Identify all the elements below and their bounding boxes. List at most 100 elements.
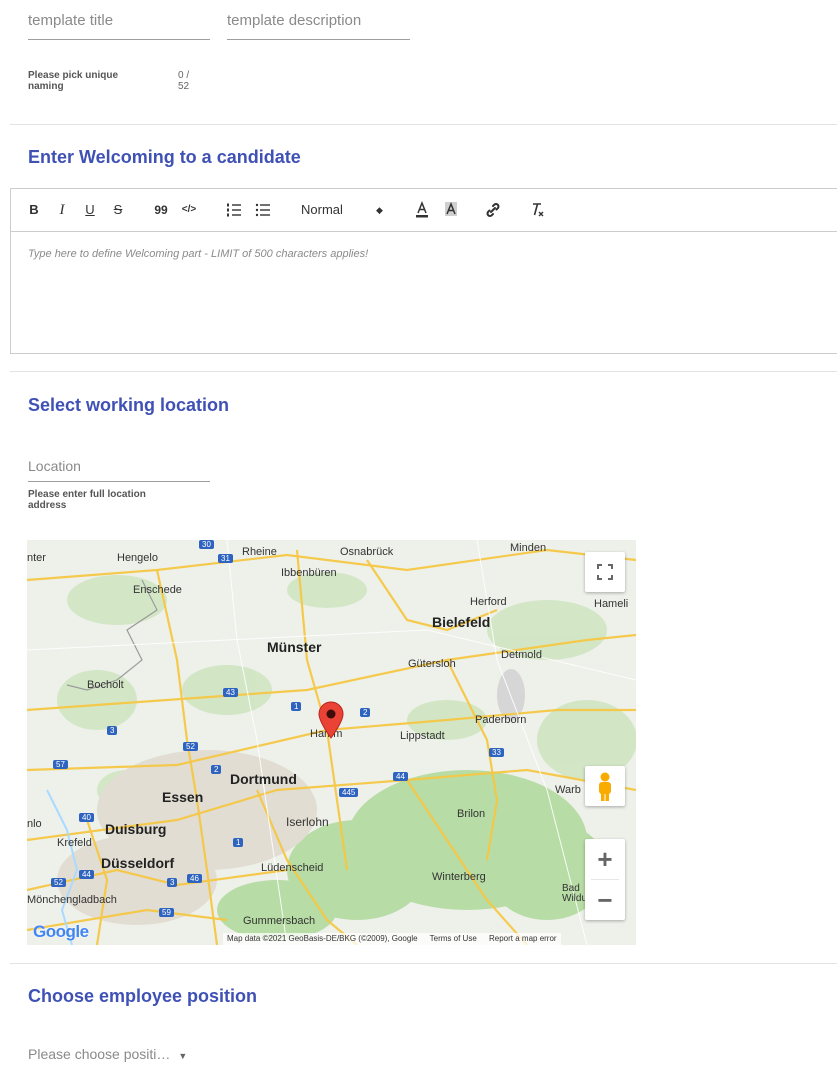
road-shield: 33 [489,748,504,757]
link-icon [486,203,500,217]
google-logo-text: Google [33,922,89,941]
map-place-label: Essen [162,789,204,805]
fullscreen-button[interactable] [585,552,625,592]
format-select[interactable]: Normal ◆ [301,201,391,219]
road-shield: 44 [79,870,94,879]
map-place-label: Bocholt [87,679,124,691]
background-color-button[interactable] [444,201,458,219]
format-select-value: Normal [301,202,343,217]
map-place-label: Hameli [594,598,629,610]
map-place-label: Münster [267,639,322,655]
editor-toolbar: B I U S 99 </> Normal ◆ [11,189,837,232]
location-placeholder: Location [28,458,81,474]
road-shield: 1 [233,838,244,847]
road-shield: 31 [218,554,233,563]
street-view-button[interactable] [585,766,625,806]
section-divider [10,124,837,125]
select-arrows-icon: ◆ [376,205,383,215]
zoom-controls: + − [585,839,625,920]
template-title-input[interactable]: template title [28,12,210,40]
position-heading: Choose employee position [28,986,258,1006]
google-logo[interactable]: Google [33,922,89,942]
background-color-icon [445,201,457,216]
road-shield: 57 [53,760,68,769]
map-place-label: Osnabrück [340,546,394,558]
map-place-label: Herford [470,596,507,608]
road-shield: 40 [79,813,94,822]
map-pin-icon[interactable] [318,701,344,739]
bold-button[interactable]: B [27,201,41,219]
map-place-label: nter [27,552,46,564]
bullet-list-button[interactable] [255,201,271,219]
map-base [27,540,636,945]
text-color-button[interactable] [415,201,429,219]
map-place-label: Warb [555,784,581,796]
strikethrough-button[interactable]: S [111,201,125,219]
editor-placeholder[interactable]: Type here to define Welcoming part - LIM… [28,248,368,260]
map-data-credit: Map data ©2021 GeoBasis-DE/BKG (©2009), … [227,934,418,943]
terms-of-use-link[interactable]: Terms of Use [430,934,477,943]
location-input[interactable]: Location [28,458,210,482]
location-heading: Select working location [28,395,230,415]
welcome-heading: Enter Welcoming to a candidate [28,147,301,167]
map-place-label: Iserlohn [286,815,329,829]
map-place-label: Winterberg [432,871,486,883]
clear-format-icon [533,203,544,217]
ordered-list-button[interactable] [226,201,242,219]
ordered-list-icon [227,203,241,217]
report-map-error-link[interactable]: Report a map error [489,934,557,943]
map-place-label: Gütersloh [408,658,456,670]
road-shield: 2 [211,765,222,774]
road-shield: 59 [159,908,174,917]
template-title-placeholder: template title [28,12,114,29]
template-description-underline [227,39,410,40]
zoom-in-button[interactable]: + [585,839,625,879]
map-place-label: Brilon [457,808,486,820]
road-shield: 30 [199,540,214,549]
road-shield: 43 [223,688,238,697]
road-shield: 46 [187,874,202,883]
map-place-label: Duisburg [105,821,167,837]
road-shield: 1 [291,702,302,711]
clear-format-button[interactable] [529,201,545,219]
fullscreen-icon [597,564,613,580]
map-view[interactable]: 30 31 1 43 2 3 52 57 2 44 445 33 40 1 44… [27,540,636,945]
italic-button[interactable]: I [55,201,69,219]
position-dropdown-label: Please choose positi… [28,1046,171,1062]
map-attribution: Map data ©2021 GeoBasis-DE/BKG (©2009), … [223,933,561,945]
map-place-label: Enschede [133,584,182,596]
template-name-counter: 0 / 52 [178,70,190,92]
road-shield: 2 [360,708,371,717]
position-dropdown[interactable]: Please choose positi… ▼ [28,1046,187,1062]
section-divider [10,371,837,372]
section-divider [10,963,837,964]
text-color-icon [416,201,428,218]
pegman-icon [599,772,611,801]
map-place-label: Krefeld [57,837,92,849]
map-place-label: Dortmund [230,771,297,787]
template-description-placeholder: template description [227,12,362,29]
dropdown-arrow-icon: ▼ [178,1051,188,1061]
link-button[interactable] [485,201,501,219]
road-shield: 3 [167,878,178,887]
map-place-label: Mönchengladbach [27,894,117,906]
zoom-out-button[interactable]: − [585,880,625,920]
blockquote-button[interactable]: 99 [153,201,169,219]
welcome-editor: B I U S 99 </> Normal ◆ Type here to def… [10,188,837,354]
map-place-label: Düsseldorf [101,855,175,871]
map-place-label: Rheine [242,546,277,558]
map-place-label: Minden [510,542,547,554]
map-place-label: Bielefeld [432,614,491,630]
template-name-hint: Please pick unique naming [28,70,119,92]
road-shield: 445 [339,788,359,797]
template-description-input[interactable]: template description [227,12,410,40]
road-shield: 52 [51,878,66,887]
map-place-label: Gummersbach [243,915,316,927]
underline-button[interactable]: U [83,201,97,219]
template-title-underline [28,39,210,40]
map-place-label: nlo [27,818,42,830]
location-hint: Please enter full location address [28,489,146,511]
code-block-button[interactable]: </> [179,201,199,219]
map-place-label: Paderborn [475,714,527,726]
road-shield: 3 [107,726,118,735]
